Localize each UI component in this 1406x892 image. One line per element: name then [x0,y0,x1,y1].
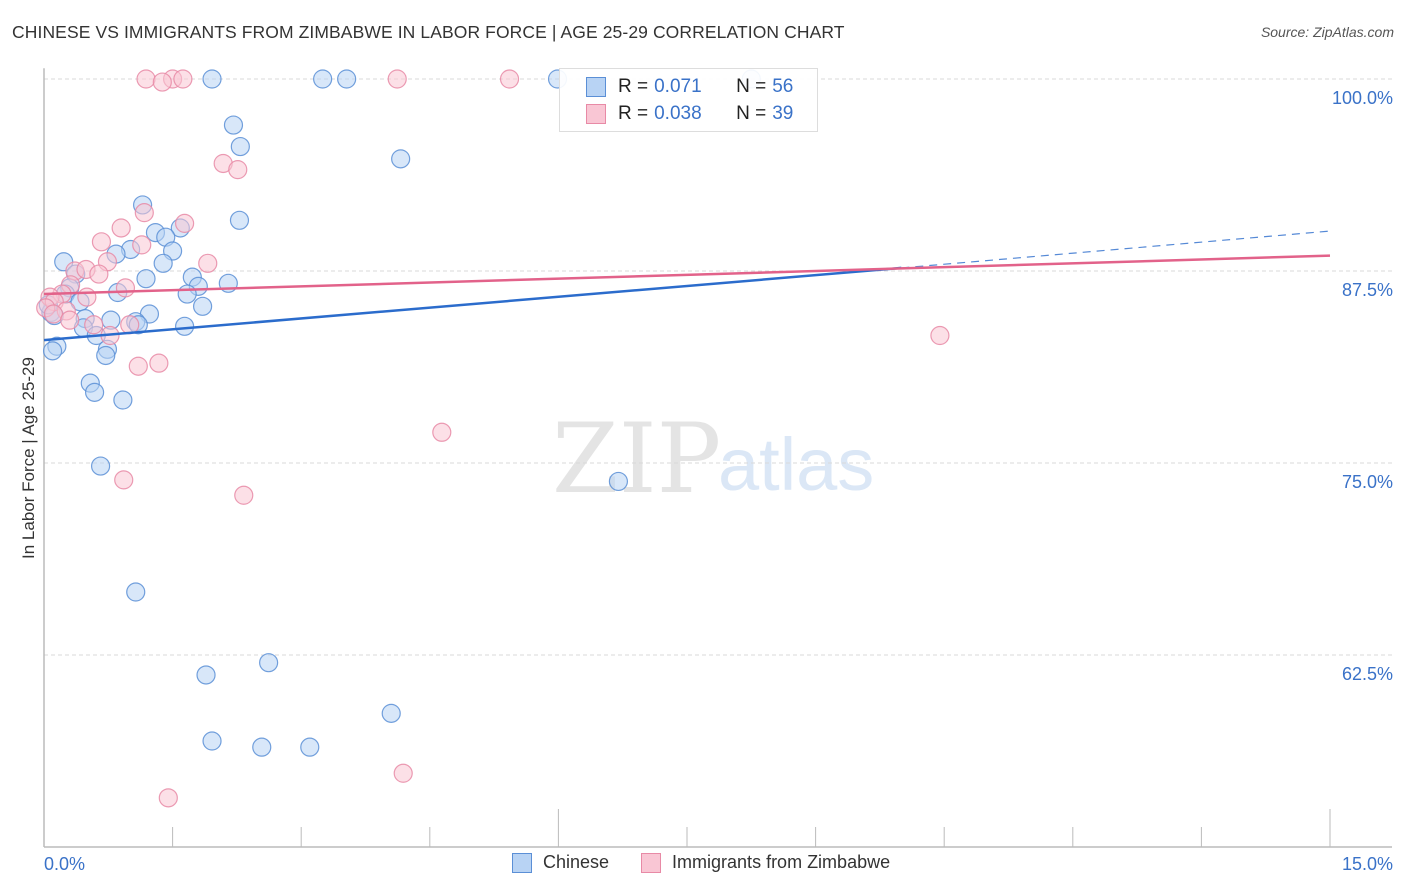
legend-item-zimbabwe[interactable]: Immigrants from Zimbabwe [641,852,890,873]
legend-label: Immigrants from Zimbabwe [672,852,891,872]
r-label: R = [618,76,649,97]
y-tick-label: 100.0% [1332,88,1393,108]
zimbabwe-point [84,315,104,335]
chinese-point [42,341,63,361]
n-value: 39 [772,103,794,124]
watermark-atlas: atlas [718,423,874,506]
zimbabwe-swatch [641,852,662,873]
zimbabwe-point [175,213,195,233]
chinese-point [96,345,116,366]
chinese-point [175,316,195,336]
chinese-point [84,382,105,402]
zimbabwe-point [198,253,218,273]
watermark-zip: ZIP [552,403,721,515]
chinese-point [230,136,250,157]
chinese-point [300,737,320,757]
n-value: 56 [772,76,794,97]
chinese-point [153,253,173,273]
chinese-point [608,471,629,492]
zimbabwe-swatch [586,104,606,124]
chinese-point [126,582,146,602]
chinese-swatch [512,852,532,873]
zimbabwe-point [77,287,97,307]
zimbabwe-point [149,353,169,373]
chinese-point [229,210,250,230]
chinese-point [252,737,272,757]
zimbabwe-point [499,69,520,89]
chinese-point [223,115,244,135]
zimbabwe-point [432,422,452,442]
chinese-point [113,390,133,410]
chinese-point [381,703,401,723]
zimbabwe-point [115,278,136,298]
legend-item-chinese[interactable]: Chinese [512,852,609,873]
scatter-chart: ZIP atlas 100.0% 87.5% 75.0% 62.5% 0.0% 15.0%… [19,68,1393,874]
chinese-point [196,665,216,685]
legend-label: Chinese [543,852,610,872]
zimbabwe-point [89,264,109,284]
chinese-point [136,269,156,289]
zimbabwe-point [43,304,64,324]
chinese-point [202,69,222,89]
r-value: 0.038 [654,103,702,124]
y-axis-label: In Labor Force | Age 25-29 [19,357,38,559]
y-tick-label: 87.5% [1342,280,1393,300]
chinese-swatch [586,77,606,97]
stats-legend: R = 0.071 N = 56 R = 0.038 N = 39 [559,68,818,132]
zimbabwe-point [158,788,178,808]
zimbabwe-point [152,72,172,92]
zimbabwe-point [136,69,156,89]
chinese-trend-line [43,266,902,342]
zimbabwe-point [134,203,154,223]
zimbabwe-point [173,69,193,89]
chinese-point [259,653,279,673]
zimbabwe-point [228,160,248,180]
zimbabwe-point [393,763,413,783]
zimbabwe-point [128,356,148,376]
r-label: R = [618,103,649,124]
n-label: N = [736,76,767,97]
watermark: ZIP atlas [552,403,874,515]
chinese-point [202,731,222,751]
r-value: 0.071 [654,76,702,97]
zimbabwe-point [120,315,140,335]
zimbabwe-point [114,470,134,490]
zimbabwe-point [930,325,950,346]
x-tick-label: 15.0% [1342,854,1393,874]
chinese-point [337,69,357,89]
zimbabwe-point [111,218,131,238]
stats-legend-row-zimbabwe: R = 0.038 N = 39 [586,102,793,126]
x-tick-label: 0.0% [44,854,85,874]
chinese-point [90,456,111,476]
series-legend: Chinese Immigrants from Zimbabwe [512,852,922,873]
zimbabwe-trend-line [43,254,1331,296]
n-label: N = [736,103,767,124]
zimbabwe-point [132,235,152,255]
y-tick-label: 62.5% [1342,664,1393,684]
chinese-point [193,296,213,316]
zimbabwe-point [387,69,407,89]
zimbabwe-point [60,310,80,330]
y-tick-label: 75.0% [1342,472,1393,492]
zimbabwe-point [91,232,112,252]
stats-legend-row-chinese: R = 0.071 N = 56 [586,75,793,99]
chinese-point [313,69,333,89]
chinese-point [177,284,197,304]
chinese-point [391,149,411,169]
zimbabwe-point [234,485,254,505]
